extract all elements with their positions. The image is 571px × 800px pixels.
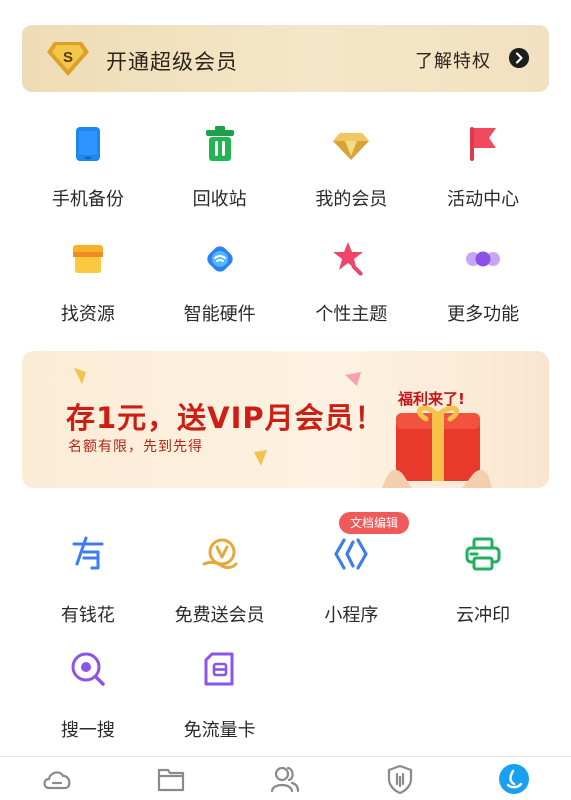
tab-safe[interactable]	[343, 757, 457, 800]
cloud-home-icon	[43, 770, 71, 789]
profile-icon	[498, 763, 529, 794]
service-free-vip[interactable]: 免费送会员	[154, 514, 286, 629]
service-label: 有钱花	[60, 605, 115, 626]
service-label: 小程序	[324, 605, 379, 626]
tool-label: 活动中心	[447, 189, 520, 210]
printer-icon	[465, 537, 501, 571]
tool-recycle-bin[interactable]: 回收站	[154, 124, 286, 239]
tool-phone-backup[interactable]: 手机备份	[22, 124, 154, 239]
service-label: 免流量卡	[183, 720, 256, 741]
confetti-icon	[345, 372, 361, 386]
banner-subtitle: 名额有限，先到先得	[68, 439, 203, 455]
confetti-icon	[254, 450, 267, 466]
service-cloud-print[interactable]: 云冲印	[417, 514, 549, 629]
vip-learn-more-link[interactable]: 了解特权	[415, 47, 491, 73]
tool-label: 更多功能	[447, 304, 520, 325]
shop-icon	[72, 245, 103, 273]
tool-personal-theme[interactable]: 个性主题	[286, 239, 418, 354]
tool-more-features[interactable]: 更多功能	[417, 239, 549, 354]
smart-hardware-icon	[206, 246, 233, 272]
tool-label: 我的会员	[315, 189, 388, 210]
service-label: 搜一搜	[60, 720, 115, 741]
contacts-icon	[271, 766, 300, 792]
youqianhua-icon	[72, 536, 104, 570]
svg-text:S: S	[63, 49, 73, 66]
confetti-icon	[74, 368, 86, 384]
promo-banner[interactable]: 存1元，送VIP月会员！ 名额有限，先到先得 福利来了!	[22, 351, 549, 488]
tool-label: 找资源	[60, 304, 115, 325]
recycle-bin-icon	[205, 126, 234, 161]
tool-find-resources[interactable]: 找资源	[22, 239, 154, 354]
tool-label: 手机备份	[51, 189, 124, 210]
folder-icon	[158, 768, 185, 791]
tool-label: 回收站	[192, 189, 247, 210]
service-search[interactable]: 搜一搜	[22, 629, 154, 744]
services-grid: 有钱花 免费送会员 小程序 云冲印 搜一搜 免流量卡	[22, 514, 549, 744]
tool-activity-center[interactable]: 活动中心	[417, 124, 549, 239]
tool-my-membership[interactable]: 我的会员	[286, 124, 418, 239]
tab-files[interactable]	[114, 757, 228, 800]
vip-upgrade-bar[interactable]: S 开通超级会员 了解特权	[22, 25, 549, 92]
flag-icon	[470, 127, 497, 161]
free-vip-icon	[202, 538, 238, 570]
banner-title: 存1元，送VIP月会员！	[66, 401, 385, 435]
search-icon	[71, 652, 105, 686]
tab-share[interactable]	[228, 757, 342, 800]
data-card-icon	[204, 652, 234, 686]
service-youqianhua[interactable]: 有钱花	[22, 514, 154, 629]
service-mini-program[interactable]: 小程序	[286, 514, 418, 629]
mini-program-icon	[334, 538, 368, 570]
tool-smart-hardware[interactable]: 智能硬件	[154, 239, 286, 354]
tab-home[interactable]	[0, 757, 114, 800]
chevron-right-icon[interactable]	[509, 48, 529, 68]
svip-badge-icon: S	[47, 42, 89, 76]
more-dots-icon	[466, 251, 501, 267]
service-label: 免费送会员	[174, 605, 265, 626]
service-label: 云冲印	[456, 605, 511, 626]
shield-icon	[387, 764, 412, 794]
tools-grid: 手机备份 回收站 我的会员 活动中心 找资源 智能硬件 个性主题 更多功能	[22, 124, 549, 354]
tool-label: 个性主题	[315, 304, 388, 325]
bottom-tab-bar	[0, 756, 571, 800]
service-data-card[interactable]: 免流量卡	[154, 629, 286, 744]
vip-title: 开通超级会员	[106, 50, 238, 74]
tab-me[interactable]	[457, 757, 571, 800]
phone-backup-icon	[75, 127, 100, 161]
diamond-icon	[333, 133, 370, 160]
tool-label: 智能硬件	[183, 304, 256, 325]
star-wand-icon	[333, 242, 364, 276]
gift-box-icon	[382, 405, 492, 488]
